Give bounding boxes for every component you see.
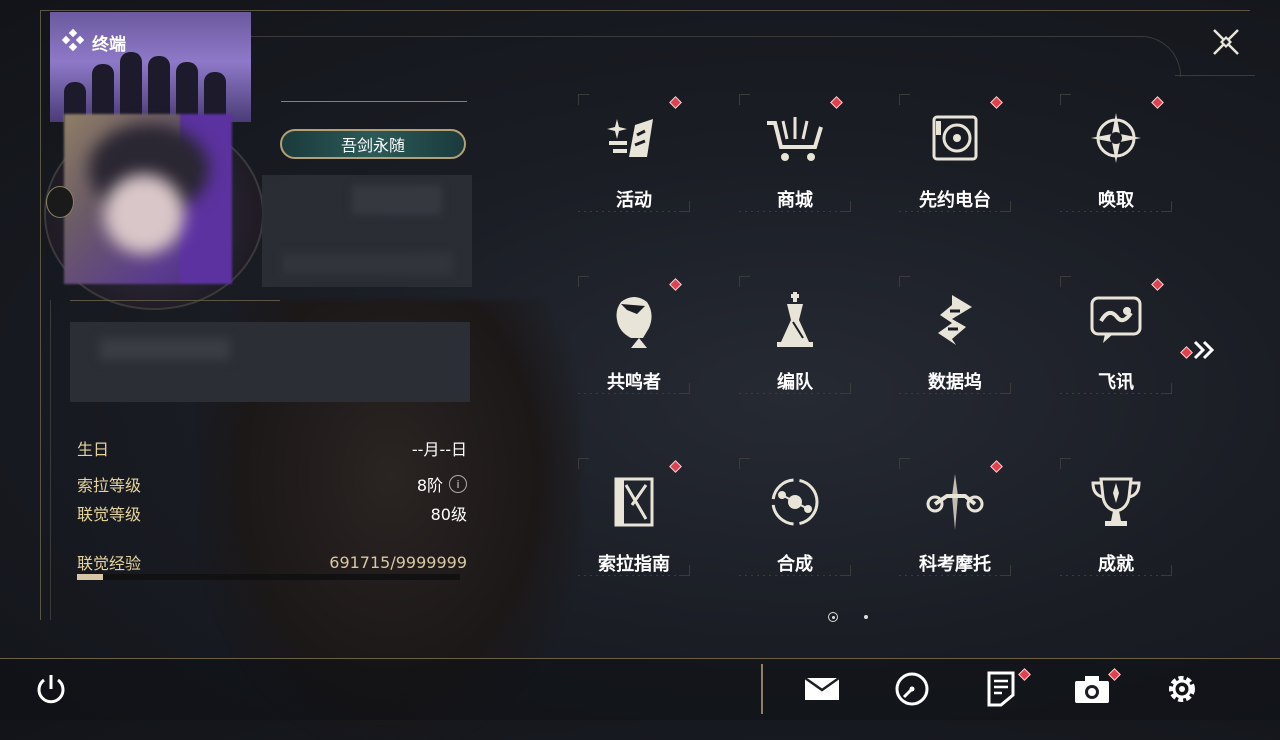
menu-item-label: 成就 bbox=[1098, 554, 1134, 575]
close-button[interactable] bbox=[1210, 26, 1242, 58]
union-exp-row: 联觉经验 691715/9999999 bbox=[77, 550, 467, 574]
notification-badge bbox=[1180, 345, 1193, 359]
page-dot-active[interactable] bbox=[828, 612, 838, 622]
banner-figure bbox=[148, 56, 170, 122]
menu-item-label: 数据坞 bbox=[928, 372, 982, 393]
menu-item-label: 共鸣者 bbox=[607, 372, 661, 393]
mail-icon bbox=[803, 674, 841, 708]
menu-item-label: 合成 bbox=[777, 554, 813, 575]
menu-item-data-dock[interactable]: 数据坞 bbox=[899, 276, 1011, 394]
union-exp-bar-fill bbox=[77, 574, 104, 580]
power-button[interactable] bbox=[32, 672, 70, 710]
menu-item-label: 编队 bbox=[777, 372, 813, 393]
union-level-row: 联觉等级 80级 bbox=[77, 501, 467, 525]
menu-item-messages[interactable]: 飞讯 bbox=[1060, 276, 1172, 394]
menu-item-radio[interactable]: 先约电台 bbox=[899, 94, 1011, 212]
notes-icon bbox=[985, 671, 1017, 711]
title-badge-label: 吾剑永随 bbox=[340, 136, 405, 155]
frame-line-left-inner bbox=[50, 300, 51, 620]
menu-item-label: 索拉指南 bbox=[598, 554, 670, 575]
birthday-value: --月--日 bbox=[411, 440, 467, 459]
clock-icon bbox=[894, 671, 930, 711]
frame-arc bbox=[1120, 36, 1181, 77]
sola-level-label: 索拉等级 bbox=[77, 476, 142, 495]
sola-level-row: 索拉等级 8阶 i bbox=[77, 472, 467, 496]
union-exp-bar bbox=[77, 574, 460, 580]
avatar-edit-icon[interactable] bbox=[46, 186, 74, 218]
info-icon[interactable]: i bbox=[449, 475, 467, 493]
page-title: 终端 bbox=[92, 34, 126, 55]
menu-item-convene[interactable]: 唤取 bbox=[1060, 94, 1172, 212]
menu-item-label: 飞讯 bbox=[1098, 372, 1134, 393]
settings-button[interactable] bbox=[1163, 672, 1201, 710]
camera-button[interactable] bbox=[1073, 672, 1111, 710]
menu-item-label: 商城 bbox=[777, 190, 813, 211]
double-chevron-right-icon bbox=[1193, 340, 1215, 364]
diamond-cluster-icon bbox=[61, 28, 85, 55]
sola-level-value: 8阶 bbox=[416, 476, 443, 495]
banner-figure bbox=[120, 52, 142, 122]
profile-divider bbox=[70, 300, 280, 301]
frame-line-left bbox=[40, 10, 41, 620]
menu-item-label: 先约电台 bbox=[919, 190, 991, 211]
next-page-button[interactable] bbox=[1180, 340, 1215, 364]
terminal-header: 终端 bbox=[61, 28, 126, 55]
compass-star-icon bbox=[1084, 106, 1148, 170]
menu-item-resonators[interactable]: 共鸣者 bbox=[578, 276, 690, 394]
radio-speaker-icon bbox=[923, 106, 987, 170]
menu-item-label: 科考摩托 bbox=[919, 554, 991, 575]
synthesis-orbit-icon bbox=[763, 470, 827, 534]
bottom-divider bbox=[761, 664, 763, 714]
mail-button[interactable] bbox=[803, 672, 841, 710]
close-x-icon bbox=[1210, 29, 1242, 62]
signature-redacted[interactable] bbox=[70, 322, 470, 402]
birthday-label: 生日 bbox=[77, 440, 110, 459]
camera-icon bbox=[1073, 673, 1111, 709]
birthday-row: 生日 --月--日 bbox=[77, 436, 467, 460]
menu-item-motorbike[interactable]: 科考摩托 bbox=[899, 458, 1011, 576]
union-level-value: 80级 bbox=[430, 505, 467, 524]
union-exp-label: 联觉经验 bbox=[77, 554, 142, 573]
sola-level-value-group: 8阶 i bbox=[417, 472, 467, 496]
frame-line-arc-tail bbox=[1175, 75, 1255, 76]
sparkle-shard-icon bbox=[602, 106, 666, 170]
menu-item-shop[interactable]: 商城 bbox=[739, 94, 851, 212]
page-indicator bbox=[828, 612, 868, 622]
menu-item-achievements[interactable]: 成就 bbox=[1060, 458, 1172, 576]
trophy-icon bbox=[1084, 470, 1148, 534]
menu-item-activity[interactable]: 活动 bbox=[578, 94, 690, 212]
union-level-label: 联觉等级 bbox=[77, 505, 142, 524]
menu-item-label: 活动 bbox=[616, 190, 652, 211]
data-dock-icon bbox=[923, 288, 987, 352]
frame-line-inner-top bbox=[250, 36, 1130, 37]
chess-pieces-icon bbox=[763, 288, 827, 352]
title-badge[interactable]: 吾剑永随 bbox=[280, 129, 466, 159]
menu-item-label: 唤取 bbox=[1098, 190, 1134, 211]
menu-item-team[interactable]: 编队 bbox=[739, 276, 851, 394]
character-head-icon bbox=[602, 288, 666, 352]
history-button[interactable] bbox=[893, 672, 931, 710]
title-divider bbox=[281, 101, 467, 102]
menu-item-guide[interactable]: 索拉指南 bbox=[578, 458, 690, 576]
frame-line-top bbox=[40, 10, 1250, 11]
page-dot[interactable] bbox=[864, 615, 868, 619]
shopping-cart-icon bbox=[763, 106, 827, 170]
motorbike-icon bbox=[923, 470, 987, 534]
notes-button[interactable] bbox=[982, 671, 1020, 711]
bottom-bar-border bbox=[0, 658, 1280, 659]
chat-bubble-icon bbox=[1084, 288, 1148, 352]
settings-gear-icon bbox=[1164, 671, 1200, 711]
avatar[interactable] bbox=[64, 114, 232, 284]
menu-item-synthesis[interactable]: 合成 bbox=[739, 458, 851, 576]
union-exp-value: 691715/9999999 bbox=[329, 552, 467, 572]
guide-book-icon bbox=[602, 470, 666, 534]
banner-figure bbox=[176, 62, 198, 122]
power-icon bbox=[34, 672, 68, 710]
player-name-redacted bbox=[262, 175, 472, 287]
